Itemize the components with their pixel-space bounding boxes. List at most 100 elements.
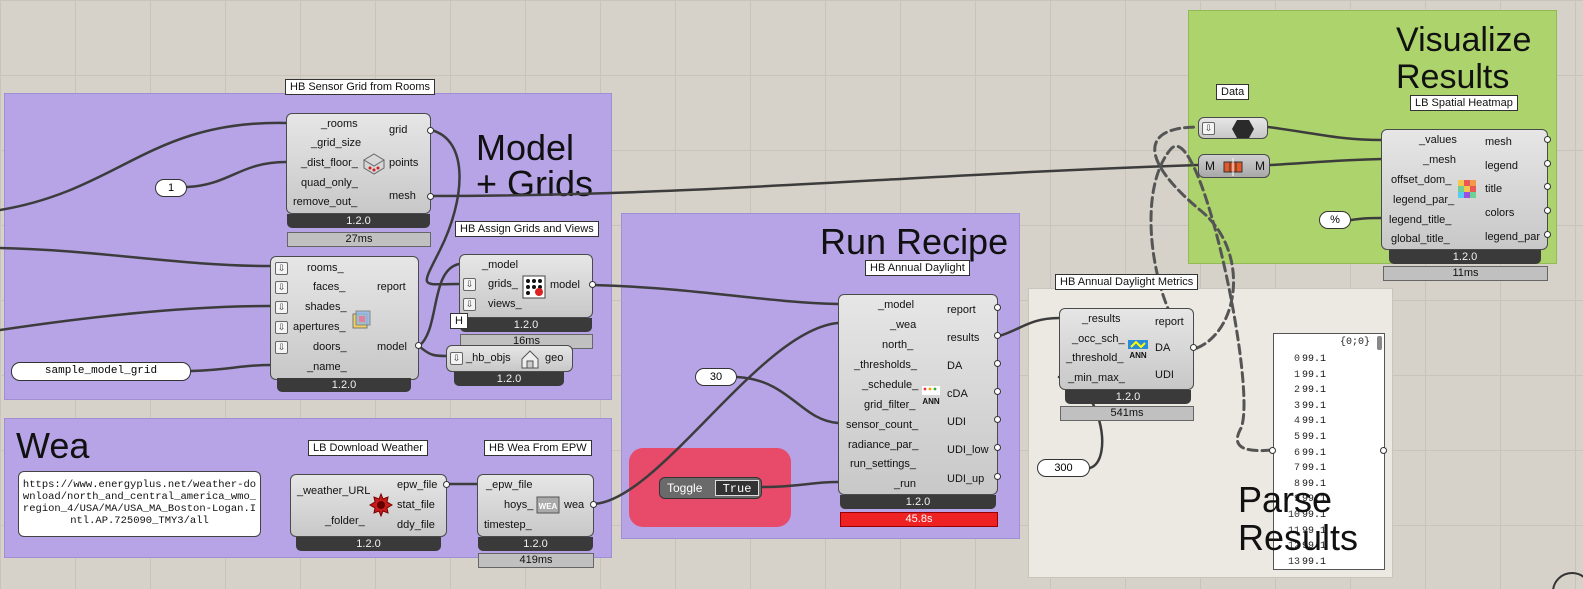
model-input-faces[interactable]: faces_	[313, 281, 345, 294]
sensor-count-param[interactable]: 30	[695, 368, 737, 386]
heatmap-pin-legend-par[interactable]	[1544, 231, 1551, 238]
annual-output-da[interactable]: DA	[947, 360, 962, 373]
annual-input-model[interactable]: _model	[878, 299, 914, 312]
heatmap-output-legend-par[interactable]: legend_par	[1485, 231, 1540, 244]
heatmap-input-legend-par[interactable]: legend_par_	[1393, 194, 1454, 207]
model-component[interactable]: ⇩ ⇩ ⇩ ⇩ ⇩ rooms_ faces_ shades_ aperture…	[270, 256, 419, 380]
download-component[interactable]: _weather_URL _folder_ epw_file stat_file…	[290, 474, 447, 537]
results-panel-pin-in[interactable]	[1269, 447, 1276, 454]
model-output-model[interactable]: model	[377, 341, 407, 354]
metrics-component[interactable]: _results _occ_sch_ _threshold_ _min_max_…	[1059, 308, 1194, 390]
model-input-shades[interactable]: shades_	[305, 301, 347, 314]
model-hook-shades[interactable]: ⇩	[275, 301, 288, 314]
sensor-grid-input-dist-floor[interactable]: _dist_floor_	[301, 157, 358, 170]
download-output-epw[interactable]: epw_file	[397, 479, 437, 492]
assign-component[interactable]: ⇩ ⇩ _model grids_ views_ model	[459, 254, 593, 318]
model-hook-apertures[interactable]: ⇩	[275, 321, 288, 334]
data-param[interactable]: ⇩	[1198, 117, 1268, 139]
heatmap-input-mesh[interactable]: _mesh	[1423, 154, 1456, 167]
wea-epw-input-timestep[interactable]: timestep_	[484, 519, 532, 532]
heatmap-pin-colors[interactable]	[1544, 207, 1551, 214]
heatmap-output-colors[interactable]: colors	[1485, 207, 1514, 220]
weather-url-panel[interactable]: https://www.energyplus.net/weather-downl…	[18, 471, 261, 537]
annual-input-run[interactable]: _run	[894, 478, 916, 491]
annual-output-cda[interactable]: cDA	[947, 388, 968, 401]
metrics-output-udi[interactable]: UDI	[1155, 369, 1174, 382]
annual-input-north[interactable]: north_	[882, 339, 913, 352]
grid-size-param[interactable]: 1	[155, 179, 187, 197]
assign-hook-views[interactable]: ⇩	[463, 298, 476, 311]
heatmap-pin-mesh[interactable]	[1544, 136, 1551, 143]
metrics-pin-da[interactable]	[1190, 344, 1197, 351]
metrics-output-report[interactable]: report	[1155, 316, 1184, 329]
annual-component[interactable]: _model _wea north_ _thresholds_ _schedul…	[838, 294, 998, 495]
annual-input-schedule[interactable]: _schedule_	[862, 379, 918, 392]
heatmap-input-legend-title[interactable]: legend_title_	[1389, 214, 1451, 227]
grasshopper-canvas[interactable]: Model + Grids Wea Run Recipe Visualize R…	[0, 0, 1583, 589]
sensor-grid-component[interactable]: _rooms _grid_size _dist_floor_ quad_only…	[286, 113, 431, 214]
sensor-grid-output-points[interactable]: points	[389, 157, 418, 170]
annual-output-report[interactable]: report	[947, 304, 976, 317]
sensor-grid-pin-mesh[interactable]	[427, 193, 434, 200]
annual-input-radiance-par[interactable]: radiance_par_	[848, 439, 918, 452]
annual-pin-results[interactable]	[994, 332, 1001, 339]
assign-input-grids[interactable]: grids_	[488, 278, 518, 291]
assign-output-model[interactable]: model	[550, 279, 580, 292]
heatmap-output-legend[interactable]: legend	[1485, 160, 1518, 173]
wea-epw-component[interactable]: _epw_file hoys_ timestep_ wea WEA	[477, 474, 594, 537]
annual-output-udi-low[interactable]: UDI_low	[947, 444, 989, 457]
model-input-name[interactable]: _name_	[307, 361, 347, 374]
wea-epw-pin-wea[interactable]	[590, 501, 597, 508]
annual-pin-report[interactable]	[994, 304, 1001, 311]
download-output-ddy[interactable]: ddy_file	[397, 519, 435, 532]
metrics-output-da[interactable]: DA	[1155, 342, 1170, 355]
download-output-stat[interactable]: stat_file	[397, 499, 435, 512]
sensor-grid-output-grid[interactable]: grid	[389, 124, 407, 137]
download-input-folder[interactable]: _folder_	[325, 515, 365, 528]
wea-epw-input-hoys[interactable]: hoys_	[504, 499, 533, 512]
model-input-doors[interactable]: doors_	[313, 341, 347, 354]
toggle-component[interactable]: Toggle True	[659, 477, 762, 499]
results-panel-scrollbar[interactable]	[1377, 336, 1382, 350]
model-hook-rooms[interactable]: ⇩	[275, 262, 288, 275]
metrics-input-threshold[interactable]: _threshold_	[1066, 352, 1124, 365]
hb-mini-hook[interactable]: ⇩	[450, 352, 463, 365]
annual-pin-udi-up[interactable]	[994, 473, 1001, 480]
annual-pin-cda[interactable]	[994, 388, 1001, 395]
model-input-apertures[interactable]: apertures_	[293, 321, 346, 334]
annual-input-wea[interactable]: _wea	[890, 319, 916, 332]
assign-input-model[interactable]: _model	[482, 259, 518, 272]
heatmap-input-offset-dom[interactable]: offset_dom_	[1391, 174, 1451, 187]
annual-pin-udi-low[interactable]	[994, 444, 1001, 451]
hb-mini-component[interactable]: ⇩ _hb_objs geo	[446, 345, 573, 372]
heatmap-output-title[interactable]: title	[1485, 183, 1502, 196]
metrics-input-occ-sch[interactable]: _occ_sch_	[1072, 333, 1125, 346]
assign-input-views[interactable]: views_	[488, 298, 522, 311]
annual-output-udi-up[interactable]: UDI_up	[947, 473, 984, 486]
legend-title-param[interactable]: %	[1319, 211, 1351, 229]
hb-mini-output-geo[interactable]: geo	[545, 352, 563, 365]
model-input-rooms[interactable]: rooms_	[307, 262, 344, 275]
download-pin-epw[interactable]	[443, 481, 450, 488]
heatmap-component[interactable]: _values _mesh offset_dom_ legend_par_ le…	[1381, 129, 1548, 250]
download-input-weather-url[interactable]: _weather_URL	[297, 485, 370, 498]
toggle-value[interactable]: True	[715, 480, 759, 496]
data-hook[interactable]: ⇩	[1202, 122, 1215, 135]
annual-input-thresholds[interactable]: _thresholds_	[854, 359, 917, 372]
sensor-grid-input-grid-size[interactable]: _grid_size	[311, 137, 361, 150]
mesh-param[interactable]: M M	[1198, 154, 1270, 178]
sensor-grid-pin-grid[interactable]	[427, 127, 434, 134]
annual-pin-udi[interactable]	[994, 416, 1001, 423]
sensor-grid-input-rooms[interactable]: _rooms	[321, 118, 358, 131]
heatmap-input-values[interactable]: _values	[1419, 134, 1457, 147]
sensor-grid-input-remove-out[interactable]: remove_out_	[293, 196, 357, 209]
results-panel-pin-out[interactable]	[1380, 447, 1387, 454]
sensor-grid-input-quad-only[interactable]: quad_only_	[301, 177, 358, 190]
heatmap-pin-title[interactable]	[1544, 183, 1551, 190]
model-hook-doors[interactable]: ⇩	[275, 341, 288, 354]
wea-epw-input-epw[interactable]: _epw_file	[486, 479, 532, 492]
annual-output-udi[interactable]: UDI	[947, 416, 966, 429]
metrics-input-results[interactable]: _results	[1082, 313, 1121, 326]
assign-pin-model[interactable]	[589, 281, 596, 288]
model-pin-model[interactable]	[415, 342, 422, 349]
